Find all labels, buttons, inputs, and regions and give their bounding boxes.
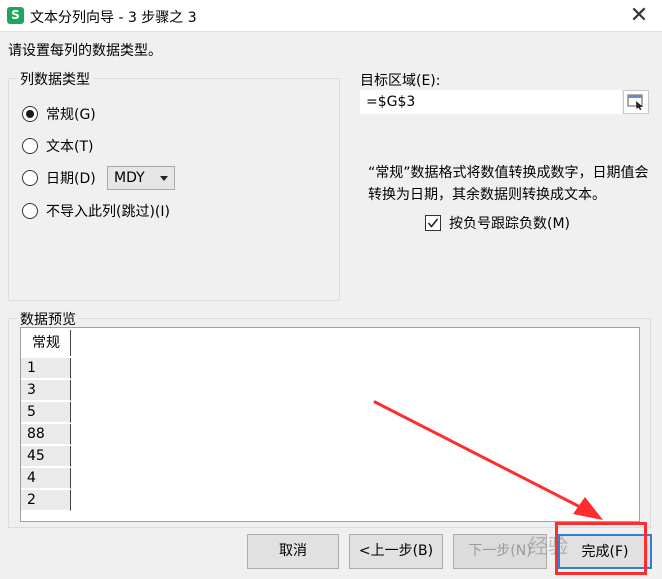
range-select-button[interactable] <box>623 90 649 114</box>
preview-cell: 88 <box>21 424 71 445</box>
app-logo-icon: S <box>7 7 24 24</box>
next-button: 下一步(N) <box>453 534 547 569</box>
chevron-down-icon <box>160 176 168 181</box>
preview-cell: 3 <box>21 380 71 401</box>
data-preview-group: 数据预览 常规 1 3 5 88 45 4 2 <box>8 309 651 528</box>
finish-button[interactable]: 完成(F) <box>558 534 652 569</box>
radio-date-label: 日期(D) <box>46 171 96 187</box>
radio-skip-indicator[interactable] <box>22 203 38 219</box>
negative-sign-checkbox[interactable] <box>425 215 441 231</box>
data-preview-title: 数据预览 <box>17 309 79 329</box>
preview-cell: 4 <box>21 468 71 489</box>
radio-text-label: 文本(T) <box>46 139 94 155</box>
radio-text[interactable]: 文本(T) <box>22 136 93 156</box>
radio-skip[interactable]: 不导入此列(跳过)(I) <box>22 201 170 221</box>
instruction-text: 请设置每列的数据类型。 <box>8 43 162 59</box>
close-icon[interactable]: ✕ <box>624 2 654 30</box>
preview-cell: 5 <box>21 402 71 423</box>
negative-sign-label: 按负号跟踪负数(M) <box>449 216 571 232</box>
back-button[interactable]: <上一步(B) <box>349 534 443 569</box>
date-format-select[interactable]: MDY <box>107 166 175 190</box>
range-select-icon <box>627 94 643 110</box>
cancel-button[interactable]: 取消 <box>247 534 339 569</box>
checkmark-icon <box>427 218 439 228</box>
data-preview-area[interactable]: 常规 1 3 5 88 45 4 2 <box>20 327 640 522</box>
preview-cell: 45 <box>21 446 71 467</box>
preview-column-header[interactable]: 常规 <box>21 330 71 356</box>
radio-general-indicator[interactable] <box>22 106 38 122</box>
preview-cell: 1 <box>21 358 71 379</box>
destination-input[interactable]: =$G$3 <box>360 90 622 114</box>
negative-sign-option[interactable]: 按负号跟踪负数(M) <box>425 213 570 233</box>
radio-general[interactable]: 常规(G) <box>22 104 96 124</box>
date-format-value: MDY <box>114 170 145 186</box>
radio-skip-label: 不导入此列(跳过)(I) <box>46 204 170 220</box>
destination-label: 目标区域(E): <box>360 73 441 89</box>
radio-text-indicator[interactable] <box>22 138 38 154</box>
format-description: “常规”数据格式将数值转换成数字，日期值会转换为日期，其余数据则转换成文本。 <box>368 165 649 203</box>
column-type-group-title: 列数据类型 <box>17 69 93 89</box>
radio-date[interactable]: 日期(D) <box>22 168 96 188</box>
radio-date-indicator[interactable] <box>22 170 38 186</box>
preview-cell: 2 <box>21 490 71 511</box>
title-bar: S 文本分列向导 - 3 步骤之 3 ✕ <box>0 0 662 32</box>
radio-general-label: 常规(G) <box>46 107 96 123</box>
window-title: 文本分列向导 - 3 步骤之 3 <box>30 10 197 26</box>
